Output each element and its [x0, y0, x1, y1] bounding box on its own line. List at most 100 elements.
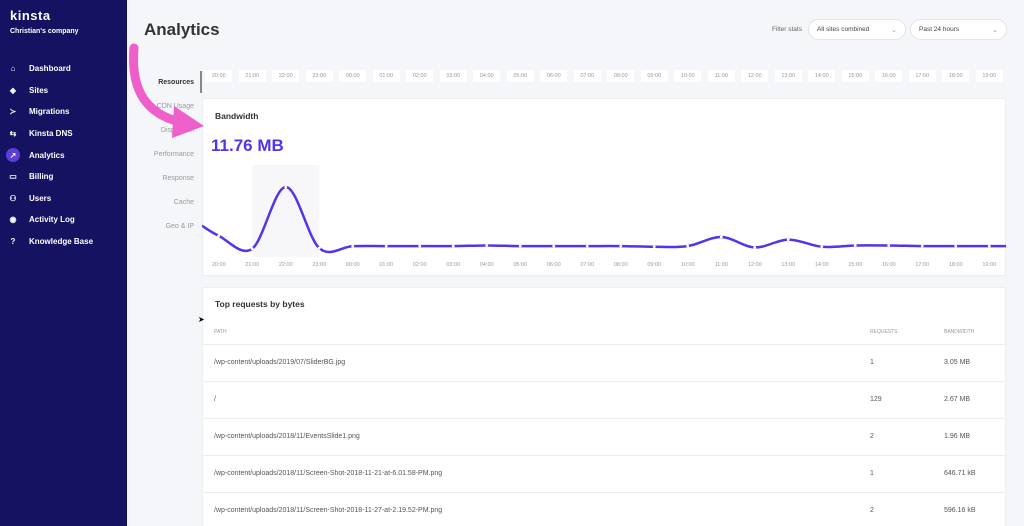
data-point[interactable] — [384, 244, 388, 248]
table-row[interactable]: /wp-content/uploads/2019/07/SliderBG.jpg… — [202, 344, 1006, 382]
sidebar-item-label: Knowledge Base — [29, 237, 94, 247]
column-header-path: PATH — [202, 321, 858, 345]
data-point[interactable] — [619, 244, 623, 248]
sidebar-item-activity-log[interactable]: ◉ Activity Log — [0, 209, 127, 231]
data-point[interactable] — [786, 238, 790, 241]
data-point[interactable] — [987, 244, 991, 248]
tab-dispersion[interactable]: Dispersion — [140, 118, 200, 142]
page-title: Analytics — [144, 20, 220, 39]
timeline-top: 20:00 21:00 22:00 23:00 00:00 01:00 02:00 03:00… — [202, 68, 1006, 84]
data-point[interactable] — [954, 244, 958, 248]
data-point[interactable] — [317, 246, 321, 250]
path-cell: /wp-content/uploads/2018/11/Screen-Shot-… — [202, 455, 858, 493]
data-point[interactable] — [652, 245, 656, 249]
sidebar-item-users[interactable]: ⚇ Users — [0, 188, 127, 210]
time-tick-label: 13:00 — [774, 70, 802, 82]
sidebar-item-label: Activity Log — [29, 215, 75, 225]
time-tick-label: 00:00 — [339, 259, 367, 271]
data-point[interactable] — [820, 245, 824, 249]
tab-resources[interactable]: Resources — [140, 70, 200, 94]
time-tick-label: 03:00 — [439, 70, 467, 82]
data-point[interactable] — [887, 244, 891, 247]
path-cell: /wp-content/uploads/2019/07/SliderBG.jpg — [202, 344, 858, 382]
help-icon: ? — [10, 237, 16, 247]
bandwidth-cell: 596.16 kB — [932, 492, 1006, 526]
data-point[interactable] — [686, 244, 690, 248]
company-name[interactable]: Christian's company — [10, 28, 79, 35]
time-tick-label: 10:00 — [674, 70, 702, 82]
time-tick-label: 19:00 — [975, 70, 1003, 82]
time-tick-label: 22:00 — [272, 259, 300, 271]
time-tick-label: 20:00 — [205, 70, 233, 82]
time-tick-label: 02:00 — [406, 70, 434, 82]
period-filter-select[interactable]: Past 24 hours ⌄ — [910, 19, 1007, 40]
tab-response[interactable]: Response — [140, 166, 200, 190]
time-tick-label: 19:00 — [975, 259, 1003, 271]
billing-icon: ▭ — [9, 172, 17, 182]
requests-cell: 2 — [858, 492, 932, 526]
table-row[interactable]: /wp-content/uploads/2018/11/Screen-Shot-… — [202, 455, 1006, 493]
sidebar-item-label: Migrations — [29, 107, 70, 117]
time-tick-label: 13:00 — [774, 259, 802, 271]
time-tick-label: 17:00 — [908, 259, 936, 271]
users-icon: ⚇ — [9, 193, 17, 203]
requests-title: Top requests by bytes — [215, 299, 305, 309]
bandwidth-series-line — [202, 185, 1006, 254]
time-tick-label: 15:00 — [841, 259, 869, 271]
table-row[interactable]: /wp-content/uploads/2018/11/Screen-Shot-… — [202, 492, 1006, 526]
data-point[interactable] — [284, 185, 288, 189]
data-point[interactable] — [217, 234, 221, 238]
data-point[interactable] — [853, 244, 857, 247]
tab-performance[interactable]: Performance — [140, 142, 200, 166]
tab-cdn-usage[interactable]: CDN Usage — [140, 94, 200, 118]
table-row[interactable]: /wp-content/uploads/2018/11/EventsSlide1… — [202, 418, 1006, 456]
sidebar-item-migrations[interactable]: ≻ Migrations — [0, 101, 127, 123]
time-tick-label: 04:00 — [473, 259, 501, 271]
table-row[interactable]: /129 2.67 MB — [202, 381, 1006, 419]
data-point[interactable] — [753, 246, 757, 249]
sidebar-item-sites[interactable]: ◈ Sites — [0, 80, 127, 102]
time-tick-label: 07:00 — [573, 259, 601, 271]
time-tick-label: 18:00 — [942, 70, 970, 82]
sidebar-item-analytics[interactable]: ↗ Analytics — [0, 144, 127, 166]
data-point[interactable] — [518, 244, 522, 248]
time-tick-label: 17:00 — [908, 70, 936, 82]
sidebar-item-knowledge-base[interactable]: ? Knowledge Base — [0, 231, 127, 253]
data-point[interactable] — [351, 244, 355, 248]
filter-label: Filter stats — [772, 26, 802, 33]
time-tick-label: 09:00 — [640, 70, 668, 82]
time-tick-label: 12:00 — [741, 70, 769, 82]
path-cell: / — [202, 381, 858, 419]
data-point[interactable] — [552, 244, 556, 248]
kinsta-logo[interactable]: kinsta — [10, 8, 51, 23]
data-point[interactable] — [485, 244, 489, 247]
time-tick-label: 03:00 — [439, 259, 467, 271]
time-tick-label: 01:00 — [372, 259, 400, 271]
requests-cell: 1 — [858, 344, 932, 382]
data-point[interactable] — [719, 235, 723, 239]
data-point[interactable] — [920, 244, 924, 248]
time-tick-label: 23:00 — [305, 259, 333, 271]
data-point[interactable] — [418, 244, 422, 248]
sidebar-item-kinsta-dns[interactable]: ⇆ Kinsta DNS — [0, 123, 127, 145]
time-tick-label: 11:00 — [707, 70, 735, 82]
sidebar-item-label: Dashboard — [29, 64, 71, 74]
site-filter-select[interactable]: All sites combined ⌄ — [808, 19, 906, 40]
time-tick-label: 08:00 — [607, 259, 635, 271]
dns-icon: ⇆ — [9, 129, 17, 139]
tab-cache[interactable]: Cache — [140, 190, 200, 214]
time-tick-label: 12:00 — [741, 259, 769, 271]
data-point[interactable] — [451, 244, 455, 248]
time-tick-label: 07:00 — [573, 70, 601, 82]
sidebar: kinsta Christian's company ⌂ Dashboard ◈ Si… — [0, 0, 127, 526]
sidebar-item-billing[interactable]: ▭ Billing — [0, 166, 127, 188]
time-tick-label: 02:00 — [406, 259, 434, 271]
home-icon: ⌂ — [10, 64, 16, 74]
sidebar-item-dashboard[interactable]: ⌂ Dashboard — [0, 58, 127, 80]
data-point[interactable] — [250, 247, 254, 251]
data-point[interactable] — [585, 244, 589, 248]
time-tick-label: 00:00 — [339, 70, 367, 82]
bandwidth-chart — [202, 165, 1006, 257]
tab-geo-ip[interactable]: Geo & IP — [140, 214, 200, 238]
requests-cell: 129 — [858, 381, 932, 419]
